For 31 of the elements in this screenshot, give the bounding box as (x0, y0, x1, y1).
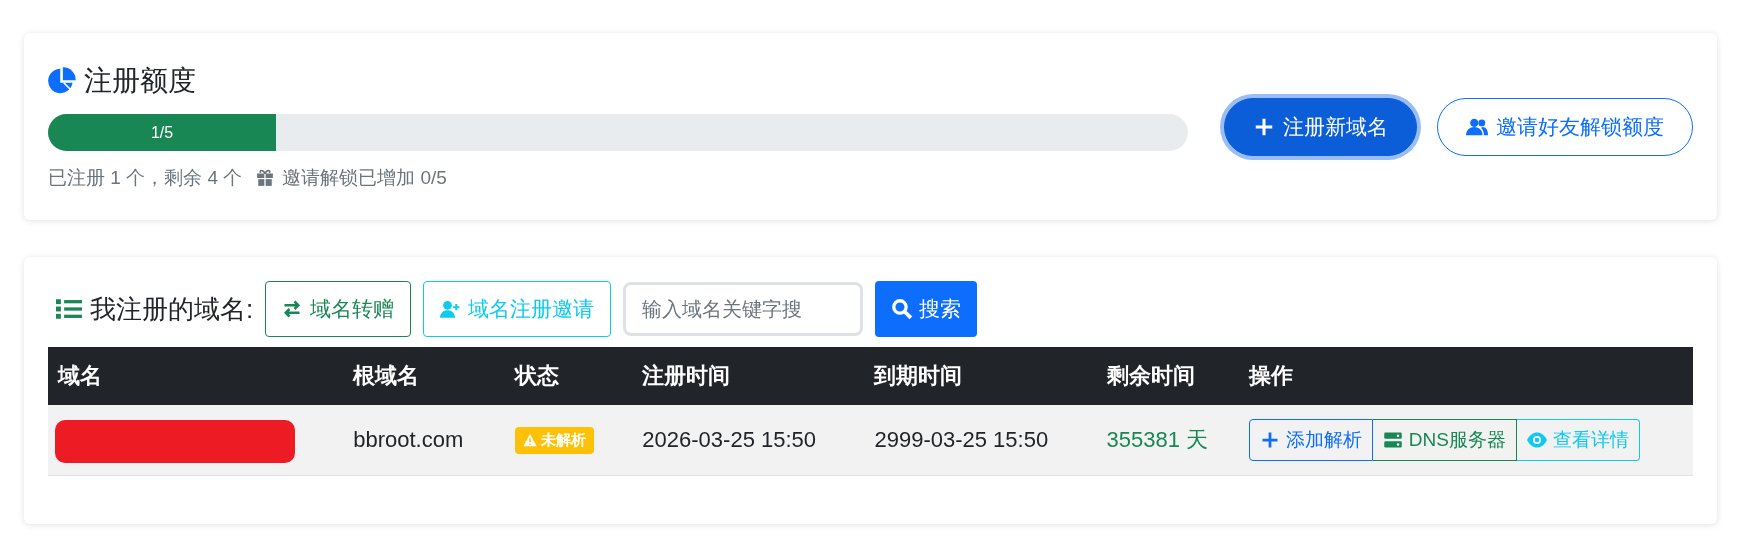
transfer-icon (282, 299, 303, 319)
button[interactable]: 域名转赠 (265, 281, 412, 337)
column-header: 剩余时间 (1096, 347, 1239, 405)
section-title: 我注册的域名: (90, 292, 254, 326)
column-header: 状态 (505, 347, 633, 405)
server-icon (1382, 430, 1403, 450)
table-cell: bbroot.com (343, 405, 506, 476)
table-cell: 355381 天 (1096, 405, 1239, 476)
section-title: 注册额度 (84, 64, 196, 98)
eye-icon (1526, 430, 1547, 450)
column-header: 注册时间 (632, 347, 865, 405)
column-header: 根域名 (343, 347, 506, 405)
list-icon (56, 296, 82, 322)
column-header: 域名 (48, 347, 344, 405)
progress-fill: 1/5 (48, 114, 276, 151)
search-field[interactable]: 输入域名关键字搜 (623, 282, 864, 336)
column-header: 操作 (1238, 347, 1693, 405)
quota-summary: 已注册 1 个，剩余 4 个 (48, 166, 243, 190)
search-button[interactable]: 搜索 (875, 281, 978, 337)
gift-icon (256, 169, 275, 187)
add-user-icon (440, 299, 461, 319)
search-icon (891, 298, 914, 320)
action-button[interactable]: DNS服务器 (1372, 419, 1517, 461)
column-header: 到期时间 (864, 347, 1097, 405)
table-cell: 2999-03-25 15:50 (864, 405, 1097, 476)
status-badge: 未解析 (515, 426, 595, 454)
invite-note: 邀请解锁已增加 0/5 (282, 166, 447, 190)
pie-chart-icon (48, 67, 76, 95)
table-cell: 2026-03-25 15:50 (632, 405, 865, 476)
action-button[interactable]: 添加解析 (1248, 419, 1373, 461)
button[interactable]: 邀请好友解锁额度 (1437, 97, 1693, 156)
